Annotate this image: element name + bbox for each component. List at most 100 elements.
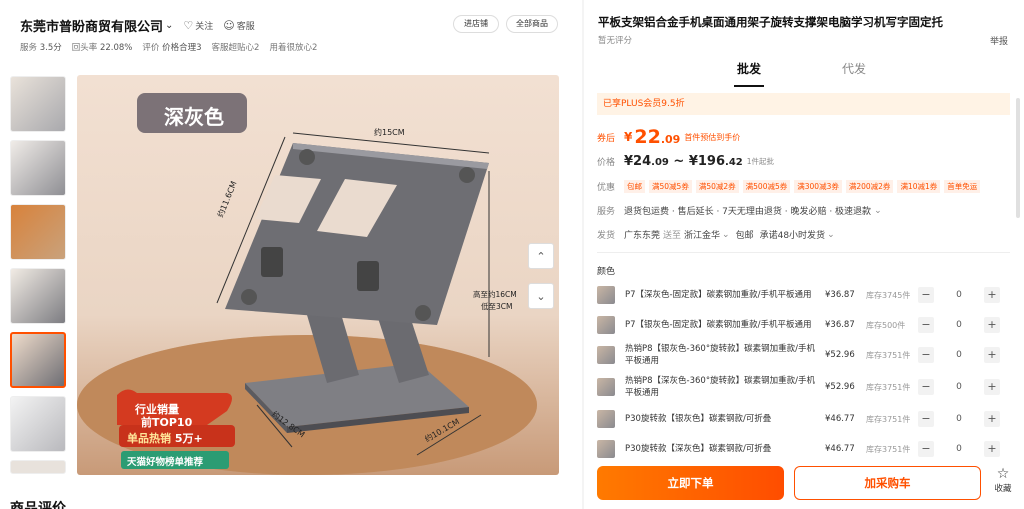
sku-price: ¥36.87: [825, 320, 855, 330]
hot-label: 单品热销 5万+: [127, 432, 203, 445]
coupon-badge[interactable]: 满300减3券: [794, 180, 842, 193]
increase-button[interactable]: +: [984, 411, 1000, 427]
quantity-input[interactable]: 0: [934, 290, 984, 300]
quantity-input[interactable]: 0: [934, 444, 984, 454]
quantity-input[interactable]: 0: [934, 350, 984, 360]
shop-stats: 服务 3.5分 回头率 22.08% 评价 价格合理3 客服超贴心2 用着很放心…: [20, 41, 317, 53]
stat-tag: 用着很放心2: [269, 43, 318, 53]
decrease-button[interactable]: −: [918, 441, 934, 457]
thumbnail[interactable]: [10, 396, 66, 452]
chevron-up-icon: ⌃: [536, 249, 546, 263]
thumbnail[interactable]: [10, 204, 66, 260]
quantity-input[interactable]: 0: [934, 382, 984, 392]
quantity-input[interactable]: 0: [934, 320, 984, 330]
service-label: 客服: [236, 21, 255, 32]
sku-row: P30旋转款【银灰色】碳素钢款/可折叠 ¥46.77 库存3751件 − 0 +: [597, 404, 1007, 434]
price-range: ¥24.09 ~ ¥196.42: [624, 154, 743, 169]
dimension-width: 约15CM: [374, 128, 405, 137]
sku-thumbnail[interactable]: [597, 440, 615, 458]
active-tab-indicator: [734, 85, 764, 87]
coupon-row: 优惠 包邮 满50减5券 满50减2券 满500减5券 满300减3券 满200…: [597, 180, 1017, 193]
follow-button[interactable]: ♡ 关注: [183, 19, 213, 32]
decrease-button[interactable]: −: [918, 317, 934, 333]
right-panel: 平板支架铝合金手机桌面通用架子旋转支撑架电脑学习机写字固定托 暂无评分 举报 批…: [584, 0, 1024, 509]
main-product-image[interactable]: 深灰色 约15CM 约11.6CM 高至约16CM 低至3CM 约12.8CM …: [77, 75, 559, 475]
divider: [597, 252, 1010, 253]
purchase-tabs: 批发 代发: [584, 60, 1024, 87]
hot-count: 5万+: [174, 432, 203, 445]
increase-button[interactable]: +: [984, 317, 1000, 333]
service-row: 服务 退货包运费 · 售后延长 · 7天无理由退货 · 晚发必赔 · 极速退款 …: [597, 204, 1017, 218]
tab-wholesale[interactable]: 批发: [737, 60, 761, 77]
decrease-button[interactable]: −: [918, 411, 934, 427]
chevron-down-icon[interactable]: ⌄: [874, 206, 882, 216]
tab-dropship[interactable]: 代发: [842, 60, 866, 77]
quantity-input[interactable]: 0: [934, 414, 984, 424]
customer-service-button[interactable]: ☺ 客服: [223, 19, 254, 32]
thumbnail[interactable]: [10, 268, 66, 324]
dimension-height-max: 高至约16CM: [473, 290, 517, 299]
shipping-row: 发货 广东东莞 送至 浙江金华 ⌄ 包邮 承诺48小时发货 ⌄: [597, 228, 1017, 242]
service-label: 服务: [597, 207, 616, 217]
stat-review: 评价 价格合理3: [142, 43, 202, 53]
sku-thumbnail[interactable]: [597, 346, 615, 364]
favorite-button[interactable]: ☆ 收藏: [988, 466, 1018, 494]
sku-row: P7【深灰色-固定款】碳素钢加重款/手机平板通用 ¥36.87 库存3745件 …: [597, 280, 1007, 310]
shop-name[interactable]: 东莞市普盼商贸有限公司: [20, 16, 163, 35]
coupon-badge[interactable]: 包邮: [624, 180, 645, 193]
increase-button[interactable]: +: [984, 441, 1000, 457]
sku-thumbnail[interactable]: [597, 378, 615, 396]
sku-price: ¥52.96: [825, 382, 855, 392]
gallery-up-button[interactable]: ⌃: [528, 243, 554, 269]
badge-line-2: 前TOP10: [141, 416, 193, 429]
decrease-button[interactable]: −: [918, 379, 934, 395]
sku-name: P30旋转款【深灰色】碳素钢款/可折叠: [625, 444, 772, 454]
thumbnail[interactable]: [10, 460, 66, 474]
thumbnail[interactable]: [10, 140, 66, 196]
coupon-badge[interactable]: 满500减5券: [742, 180, 791, 193]
after-coupon-label: 券后: [597, 133, 616, 144]
favorite-label: 收藏: [994, 484, 1012, 494]
chat-icon: ☺: [223, 18, 235, 32]
sku-thumbnail[interactable]: [597, 316, 615, 334]
coupon-badge[interactable]: 满10减1券: [897, 180, 941, 193]
chevron-down-icon[interactable]: ⌄: [722, 230, 730, 240]
chevron-down-icon: ⌄: [536, 289, 546, 303]
star-icon: ☆: [996, 466, 1010, 482]
buy-now-button[interactable]: 立即下单: [597, 466, 784, 500]
increase-button[interactable]: +: [984, 347, 1000, 363]
thumbnail-selected[interactable]: [10, 332, 66, 388]
stat-return-rate: 回头率 22.08%: [71, 43, 133, 53]
thumbnail[interactable]: [10, 76, 66, 132]
shop-header: 东莞市普盼商贸有限公司 ⌄ ♡ 关注 ☺ 客服 进店铺 全部商品: [20, 14, 560, 36]
sku-stock: 库存3751件: [866, 382, 911, 392]
report-link[interactable]: 举报: [990, 34, 1008, 47]
chevron-down-icon[interactable]: ⌄: [827, 230, 835, 240]
sku-price: ¥52.96: [825, 350, 855, 360]
sku-name: 热销P8【银灰色-360°旋转款】碳素钢加重款/手机平板通用: [625, 344, 815, 366]
enter-shop-button[interactable]: 进店铺: [453, 15, 499, 33]
sku-thumbnail[interactable]: [597, 410, 615, 428]
promo-label: 优惠: [597, 183, 616, 193]
decrease-button[interactable]: −: [918, 287, 934, 303]
increase-button[interactable]: +: [984, 287, 1000, 303]
stat-tag: 客服超贴心2: [211, 43, 260, 53]
decrease-button[interactable]: −: [918, 347, 934, 363]
sku-thumbnail[interactable]: [597, 286, 615, 304]
coupon-badge[interactable]: 首单免运: [944, 180, 981, 193]
coupon-badge[interactable]: 满50减5券: [649, 180, 692, 193]
sku-row: P7【银灰色-固定款】碳素钢加重款/手机平板通用 ¥36.87 库存500件 −…: [597, 310, 1007, 340]
coupon-badge[interactable]: 满50减2券: [695, 180, 739, 193]
add-to-cart-button[interactable]: 加采购车: [794, 466, 981, 500]
sku-price: ¥46.77: [825, 444, 855, 454]
sku-name: P30旋转款【银灰色】碳素钢款/可折叠: [625, 414, 772, 424]
coupon-badge[interactable]: 满200减2券: [845, 180, 894, 193]
all-products-button[interactable]: 全部商品: [506, 15, 558, 33]
product-title: 平板支架铝合金手机桌面通用架子旋转支撑架电脑学习机写字固定托: [598, 15, 943, 29]
increase-button[interactable]: +: [984, 379, 1000, 395]
chevron-down-icon[interactable]: ⌄: [165, 20, 173, 31]
min-order: 1件起批: [746, 157, 775, 166]
ship-to-selector[interactable]: 浙江金华: [684, 228, 720, 241]
gallery-down-button[interactable]: ⌄: [528, 283, 554, 309]
ship-label: 发货: [597, 231, 616, 241]
